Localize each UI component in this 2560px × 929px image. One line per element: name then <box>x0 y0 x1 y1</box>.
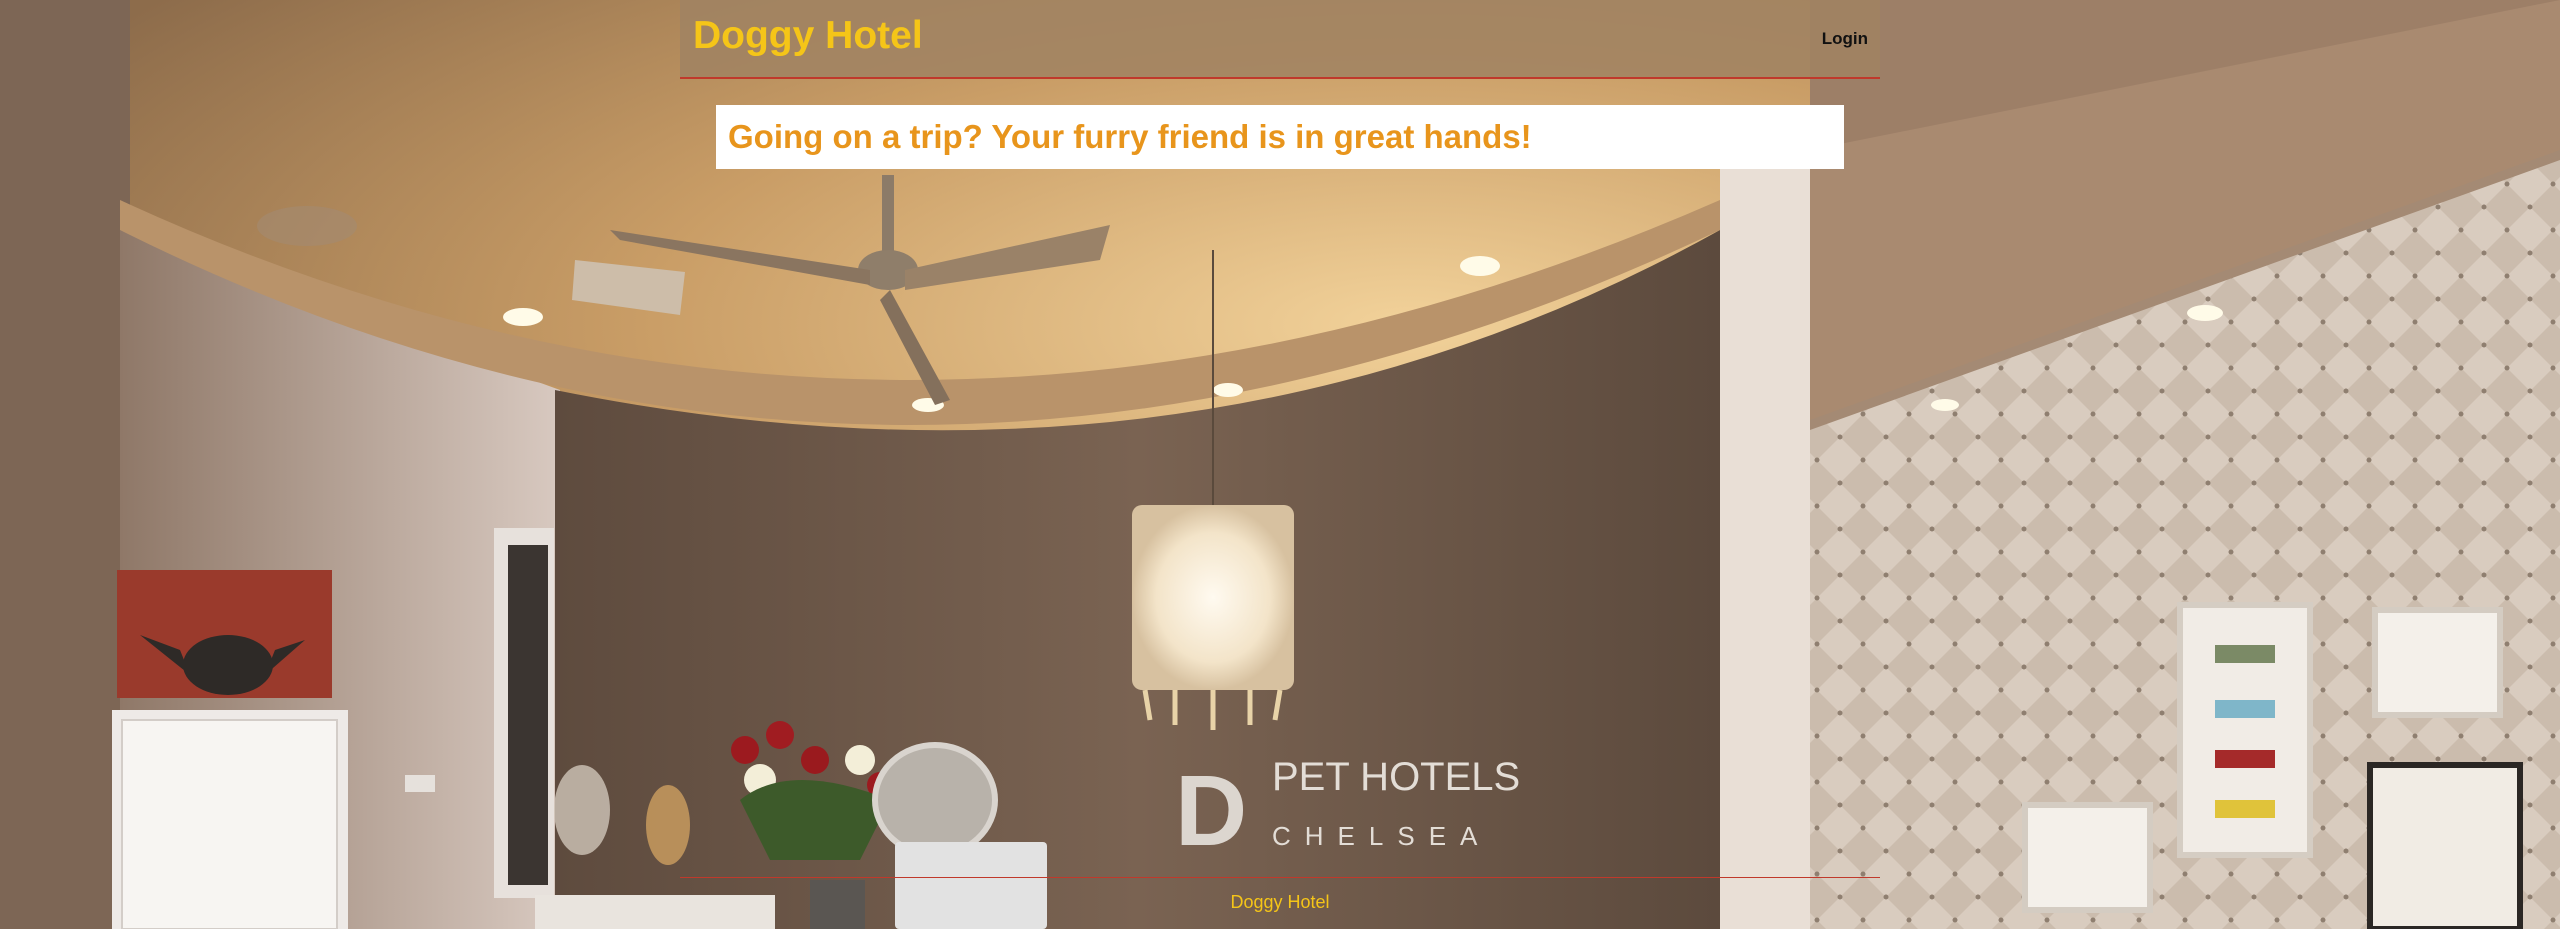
tagline-text: Going on a trip? Your furry friend is in… <box>728 118 1532 155</box>
site-footer: Doggy Hotel <box>680 877 1880 929</box>
login-link[interactable]: Login <box>1822 30 1868 47</box>
footer-text: Doggy Hotel <box>1230 892 1330 912</box>
site-header: Doggy Hotel Login <box>680 0 1880 79</box>
sign-line2: CHELSEA <box>1272 821 1491 851</box>
svg-text:D: D <box>1175 755 1247 867</box>
site-title[interactable]: Doggy Hotel <box>693 16 923 55</box>
tagline-banner: Going on a trip? Your furry friend is in… <box>716 105 1844 169</box>
sign-line1: PET HOTELS <box>1272 755 1520 799</box>
